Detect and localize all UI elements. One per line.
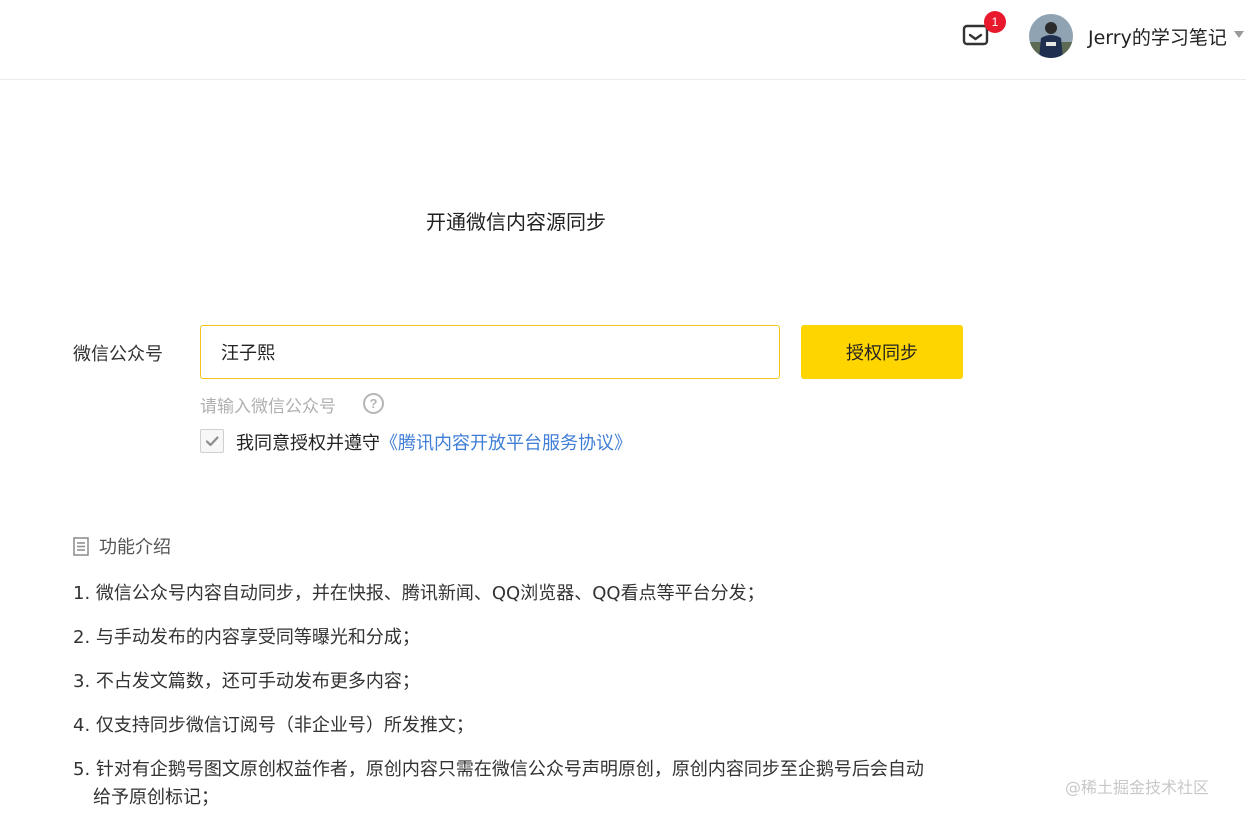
- username[interactable]: Jerry的学习笔记: [1088, 23, 1227, 50]
- agree-text: 我同意授权并遵守《腾讯内容开放平台服务协议》: [236, 429, 632, 455]
- chevron-down-icon[interactable]: [1234, 31, 1244, 38]
- feature-item: 5. 针对有企鹅号图文原创权益作者，原创内容只需在微信公众号声明原创，原创内容同…: [73, 759, 924, 780]
- input-hint: 请输入微信公众号: [200, 397, 336, 417]
- agreement-link[interactable]: 《腾讯内容开放平台服务协议》: [380, 433, 632, 454]
- account-label: 微信公众号: [73, 344, 163, 365]
- account-input[interactable]: [200, 325, 780, 379]
- avatar[interactable]: [1029, 14, 1073, 58]
- feature-item: 3. 不占发文篇数，还可手动发布更多内容；: [73, 671, 420, 692]
- features-title: 功能介绍: [99, 537, 171, 558]
- features-list: 1. 微信公众号内容自动同步，并在快报、腾讯新闻、QQ浏览器、QQ看点等平台分发…: [73, 580, 924, 828]
- feature-item: 给予原创标记；: [93, 787, 219, 808]
- page-title: 开通微信内容源同步: [426, 210, 606, 234]
- feature-item: 2. 与手动发布的内容享受同等曝光和分成；: [73, 627, 420, 648]
- authorize-sync-button[interactable]: 授权同步: [801, 325, 963, 379]
- help-icon[interactable]: ?: [363, 393, 384, 414]
- agree-checkbox[interactable]: [200, 429, 224, 453]
- notification-badge[interactable]: 1: [984, 11, 1006, 33]
- feature-item: 1. 微信公众号内容自动同步，并在快报、腾讯新闻、QQ浏览器、QQ看点等平台分发…: [73, 583, 765, 604]
- top-header: 1 Jerry的学习笔记: [0, 0, 1246, 80]
- agree-prefix: 我同意授权并遵守: [236, 433, 380, 454]
- watermark: @稀土掘金技术社区: [1065, 778, 1210, 797]
- feature-item: 4. 仅支持同步微信订阅号（非企业号）所发推文；: [73, 715, 474, 736]
- document-icon: [73, 537, 89, 556]
- check-icon: [205, 436, 219, 447]
